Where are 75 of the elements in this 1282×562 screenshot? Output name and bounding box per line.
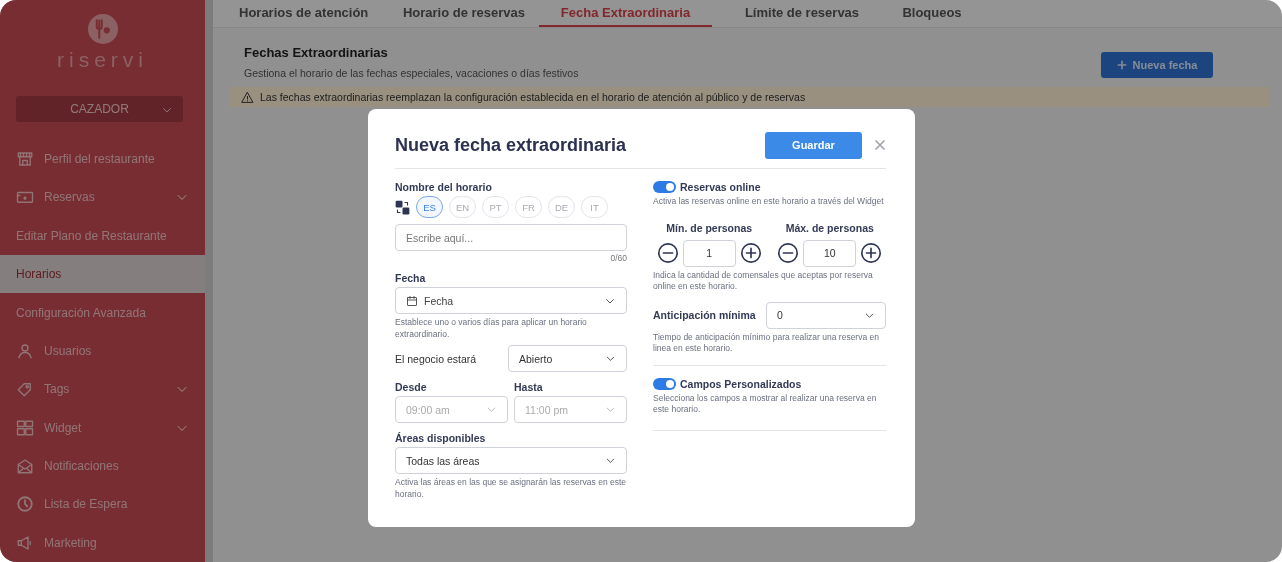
clock-icon bbox=[16, 495, 34, 514]
language-tab[interactable]: FR bbox=[515, 196, 542, 218]
calendar-icon bbox=[406, 294, 418, 307]
new-date-button[interactable]: Nueva fecha bbox=[1101, 52, 1213, 78]
field-label: Hasta bbox=[514, 381, 544, 393]
toggle-switch[interactable] bbox=[653, 181, 676, 193]
hint-text: Selecciona los campos a mostrar al realizar una reserva en este horario. bbox=[653, 392, 878, 416]
warning-icon bbox=[241, 90, 254, 104]
plus-icon bbox=[1116, 60, 1127, 70]
sidebar-item[interactable]: Notificaciones bbox=[0, 446, 205, 486]
chevron-down-icon bbox=[605, 455, 616, 466]
name-input[interactable]: Escribe aquí... bbox=[395, 224, 627, 251]
user-icon bbox=[16, 341, 34, 360]
number-field[interactable]: 10 bbox=[803, 239, 857, 267]
language-tab[interactable]: IT bbox=[581, 196, 608, 218]
field-label: Anticipación mínima bbox=[653, 309, 756, 321]
field-label: Mín. de personas bbox=[666, 221, 753, 234]
field-label: Máx. de personas bbox=[785, 221, 874, 234]
toggle-label: Reservas online bbox=[680, 181, 761, 193]
sidebar-item[interactable]: Editar Plano de Restaurante bbox=[0, 216, 205, 255]
sidebar-item[interactable]: Lista de Espera bbox=[0, 485, 205, 524]
field-label: Nombre del horario bbox=[395, 181, 493, 193]
plus-circle-icon[interactable] bbox=[860, 242, 883, 264]
page-subtitle: Gestiona el horario de las fechas especiales, vacaciones o días festivos bbox=[244, 67, 579, 79]
save-button[interactable]: Guardar bbox=[765, 131, 862, 159]
minus-circle-icon[interactable] bbox=[656, 242, 679, 264]
areas-select[interactable]: Todas las áreas bbox=[395, 447, 627, 474]
hint-text: Activa las reservas online en este horario a través del Widget bbox=[653, 196, 885, 208]
hint-text: Establece uno o varios días para aplicar un horario extraordinario. bbox=[395, 317, 588, 340]
hint-text: Indica la cantidad de comensales que aceptas por reserva online en este horario. bbox=[653, 269, 874, 293]
language-tab[interactable]: ES bbox=[416, 196, 443, 218]
sidebar-item[interactable]: Horarios bbox=[0, 255, 205, 294]
hint-text: Tiempo de anticipación mínimo para realizar una reserva en linea en este horario. bbox=[653, 331, 880, 355]
sidebar-item[interactable]: Perfil del restaurante bbox=[0, 139, 205, 179]
warning-text: Las fechas extraordinarias reemplazan la configuración establecida en el horario de atención al público y de reservas bbox=[260, 91, 806, 103]
plus-circle-icon[interactable] bbox=[739, 242, 762, 264]
language-tab[interactable]: EN bbox=[449, 196, 476, 218]
tab[interactable]: Horarios de atención bbox=[239, 0, 389, 27]
tab[interactable]: Bloqueos bbox=[892, 0, 972, 27]
envelope-icon bbox=[16, 457, 34, 476]
fork-plate-logo bbox=[87, 14, 118, 44]
sidebar-item[interactable]: Marketing bbox=[0, 523, 205, 562]
tab[interactable]: Fecha Extraordinaria bbox=[539, 0, 712, 27]
toggle-switch[interactable] bbox=[653, 377, 676, 390]
advance-select[interactable]: 0 bbox=[766, 301, 886, 329]
language-tab[interactable]: DE bbox=[548, 196, 575, 218]
sidebar-item[interactable]: Configuración Avanzada bbox=[0, 293, 205, 332]
status-select[interactable]: Abierto bbox=[508, 345, 627, 372]
branch-select[interactable]: CAZADOR bbox=[16, 96, 183, 122]
tab[interactable]: Horario de reservas bbox=[389, 0, 539, 27]
tag-icon bbox=[16, 380, 34, 399]
modal-title: Nueva fecha extraordinaria bbox=[395, 134, 628, 156]
scrollbar[interactable] bbox=[205, 0, 213, 562]
sidebar-item[interactable]: Reservas bbox=[0, 178, 205, 217]
tab[interactable]: Límite de reservas bbox=[712, 0, 892, 27]
chevron-down-icon bbox=[605, 404, 616, 415]
minus-circle-icon[interactable] bbox=[777, 242, 800, 264]
chevron-down-icon bbox=[486, 404, 497, 415]
field-label: Fecha bbox=[395, 272, 427, 284]
language-tab[interactable]: PT bbox=[482, 196, 509, 218]
date-select[interactable]: Fecha bbox=[395, 287, 627, 314]
sidebar-item[interactable]: Widget bbox=[0, 408, 205, 447]
toggle-label: Campos Personalizados bbox=[680, 377, 802, 390]
grid-icon bbox=[16, 418, 34, 437]
sidebar-item[interactable]: Usuarios bbox=[0, 331, 205, 371]
hint-text: Activa las áreas en las que se asignarán las reservas en este horario. bbox=[395, 477, 627, 500]
field-label: Áreas disponibles bbox=[395, 432, 487, 444]
character-counter: 0/60 bbox=[609, 253, 627, 263]
chevron-down-icon bbox=[605, 353, 616, 364]
sidebar-item[interactable]: Tags bbox=[0, 370, 205, 409]
store-icon bbox=[16, 150, 34, 169]
field-label: Desde bbox=[395, 381, 428, 393]
page-title: Fechas Extraordinarias bbox=[244, 45, 389, 60]
number-field[interactable]: 1 bbox=[682, 239, 736, 267]
field-label: El negocio estará bbox=[395, 352, 477, 365]
